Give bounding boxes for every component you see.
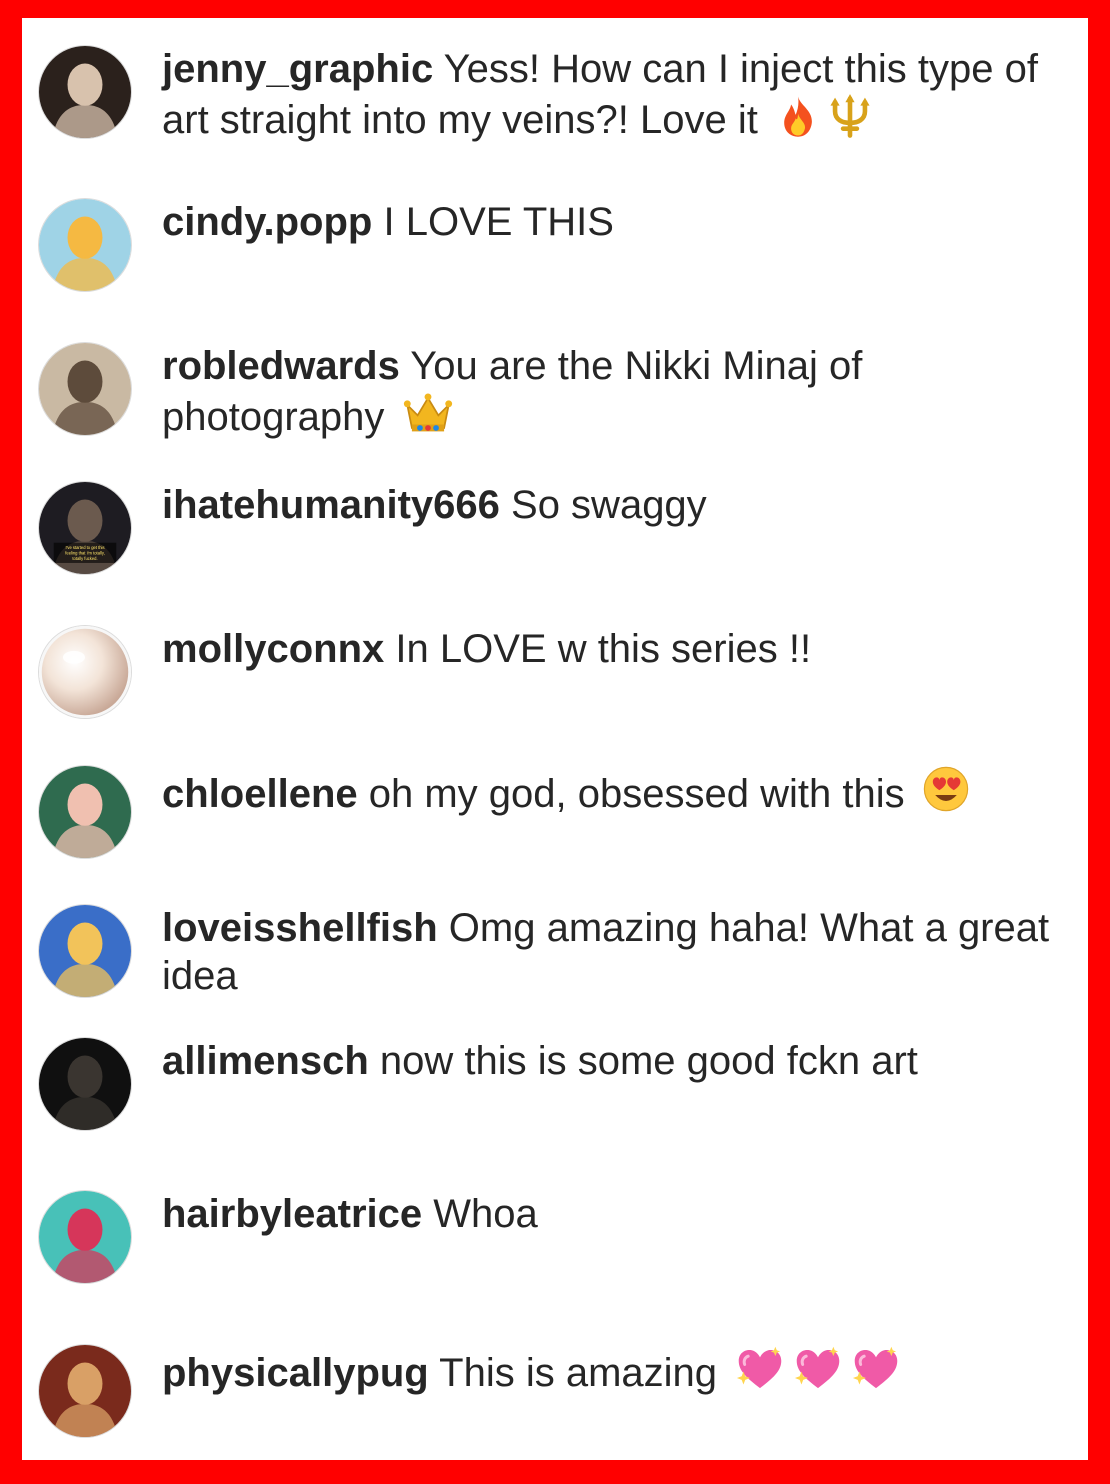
- username-link[interactable]: robledwards: [162, 344, 400, 388]
- trident-icon: [827, 93, 873, 139]
- comment-text: physicallypug This is amazing: [162, 1344, 1062, 1397]
- comment-emojis: [769, 94, 873, 142]
- avatar[interactable]: [38, 625, 132, 719]
- avatar-caption-line: feeling that I'm totally,: [65, 551, 105, 556]
- comment-body: So swaggy: [511, 483, 707, 527]
- comment-text: robledwards You are the Nikki Minaj of p…: [162, 342, 1062, 441]
- sparkling-heart-icon: [792, 1344, 844, 1392]
- comment-text: allimensch now this is some good fckn ar…: [162, 1037, 1062, 1085]
- comment-text: hairbyleatrice Whoa: [162, 1190, 1062, 1238]
- comments-list: jenny_graphic Yess! How can I inject thi…: [22, 18, 1088, 1460]
- avatar[interactable]: [38, 1037, 132, 1131]
- comment-body: I LOVE THIS: [383, 200, 614, 244]
- comment-text: chloellene oh my god, obsessed with this: [162, 765, 1062, 818]
- comment-text: loveisshellfish Omg amazing haha! What a…: [162, 904, 1062, 1000]
- comment-emojis: [396, 393, 454, 439]
- comment-body: oh my god, obsessed with this: [368, 772, 905, 816]
- fire-icon: [775, 93, 821, 139]
- comment-text: mollyconnx In LOVE w this series !!: [162, 625, 1062, 673]
- comment-text: cindy.popp I LOVE THIS: [162, 198, 1062, 246]
- username-link[interactable]: allimensch: [162, 1039, 369, 1083]
- comment-text: ihatehumanity666 So swaggy: [162, 481, 1062, 529]
- comment-body: Whoa: [433, 1192, 538, 1236]
- avatar-caption-line: I've started to get this: [65, 545, 104, 550]
- avatar[interactable]: [38, 198, 132, 292]
- comment-emojis: [728, 1346, 902, 1395]
- sparkling-heart-icon: [734, 1344, 786, 1392]
- sparkling-heart-icon: [850, 1344, 902, 1392]
- comment-body: This is amazing: [439, 1351, 718, 1395]
- avatar[interactable]: [38, 1344, 132, 1438]
- comment-body: In LOVE w this series !!: [395, 627, 812, 671]
- username-link[interactable]: mollyconnx: [162, 627, 384, 671]
- comment-body: now this is some good fckn art: [379, 1039, 918, 1083]
- heart-eyes-icon: [922, 765, 970, 813]
- username-link[interactable]: jenny_graphic: [162, 47, 433, 91]
- avatar[interactable]: [38, 765, 132, 859]
- username-link[interactable]: chloellene: [162, 772, 358, 816]
- username-link[interactable]: ihatehumanity666: [162, 483, 500, 527]
- avatar[interactable]: [38, 1190, 132, 1284]
- username-link[interactable]: physicallypug: [162, 1351, 429, 1395]
- username-link[interactable]: cindy.popp: [162, 200, 372, 244]
- username-link[interactable]: hairbyleatrice: [162, 1192, 422, 1236]
- comment-text: jenny_graphic Yess! How can I inject thi…: [162, 45, 1062, 144]
- crown-icon: [402, 390, 454, 436]
- avatar[interactable]: [38, 904, 132, 998]
- avatar[interactable]: I've started to get this feeling that I'm…: [38, 481, 132, 575]
- avatar[interactable]: [38, 342, 132, 436]
- comment-emojis: [916, 766, 970, 816]
- avatar-caption-line: totally fucked.: [72, 556, 97, 561]
- avatar[interactable]: [38, 45, 132, 139]
- username-link[interactable]: loveisshellfish: [162, 906, 438, 950]
